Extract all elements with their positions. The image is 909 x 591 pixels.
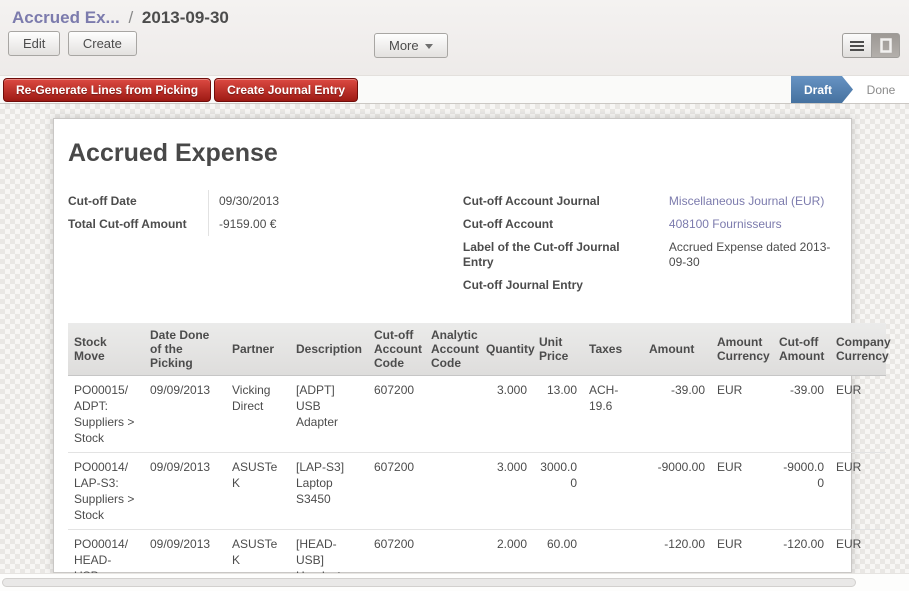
cutoff-lines-table: Stock Move Date Done of the Picking Part… [68,323,886,591]
cell-partner[interactable]: ASUSTeK [226,453,290,530]
cell-cutoff-account-code[interactable]: 607200 [368,453,425,530]
form-view-icon [880,38,892,53]
col-partner: Partner [226,323,290,376]
breadcrumb-parent-link[interactable]: Accrued Ex... [12,8,120,27]
cutoff-journal-entry-value [659,274,837,297]
list-view-icon [850,40,864,52]
field-group-right: Cut-off Account Journal Miscellaneous Jo… [463,190,837,297]
more-dropdown-button[interactable]: More [374,33,448,58]
col-company-currency: Company Currency [830,323,886,376]
total-cutoff-amount-label: Total Cut-off Amount [68,213,208,236]
view-switcher [842,33,900,58]
create-button[interactable]: Create [68,31,137,56]
edit-button[interactable]: Edit [8,31,60,56]
cell-stock-move[interactable]: PO00015/ ADPT: Suppliers > Stock [68,376,144,453]
cell-description[interactable]: [ADPT] USB Adapter [290,376,368,453]
col-analytic-account-code: Analytic Account Code [425,323,480,376]
breadcrumb: Accrued Ex... / 2013-09-30 [0,0,909,28]
cell-amount-currency[interactable]: EUR [711,376,773,453]
cell-analytic-account-code[interactable] [425,376,480,453]
cell-quantity[interactable]: 3.000 [480,376,533,453]
status-bar: Draft Done [791,76,909,103]
content-area: Accrued Expense Cut-off Date 09/30/2013 … [0,104,909,591]
cell-amount-currency[interactable]: EUR [711,453,773,530]
table-header-row: Stock Move Date Done of the Picking Part… [68,323,886,376]
breadcrumb-current: 2013-09-30 [142,8,229,27]
col-quantity: Quantity [480,323,533,376]
table-row[interactable]: PO00014/ LAP-S3: Suppliers > Stock 09/09… [68,453,886,530]
cutoff-journal-entry-label: Cut-off Journal Entry [463,274,659,297]
cutoff-account-label: Cut-off Account [463,213,659,236]
col-stock-move: Stock Move [68,323,144,376]
col-amount-currency: Amount Currency [711,323,773,376]
total-cutoff-amount-value: -9159.00 € [208,213,453,236]
cell-company-currency[interactable]: EUR [830,453,886,530]
cell-taxes[interactable] [583,453,643,530]
cell-amount[interactable]: -39.00 [643,376,711,453]
cell-quantity[interactable]: 3.000 [480,453,533,530]
col-date-done: Date Done of the Picking [144,323,226,376]
bottom-scroll-strip [0,573,909,591]
cell-company-currency[interactable]: EUR [830,376,886,453]
cutoff-date-value: 09/30/2013 [208,190,453,213]
cutoff-account-journal-label: Cut-off Account Journal [463,190,659,213]
cell-description[interactable]: [LAP-S3] Laptop S3450 [290,453,368,530]
cutoff-account-journal-link[interactable]: Miscellaneous Journal (EUR) [659,190,837,213]
cell-cutoff-amount[interactable]: -39.00 [773,376,830,453]
create-journal-entry-button[interactable]: Create Journal Entry [214,78,358,102]
regenerate-lines-button[interactable]: Re-Generate Lines from Picking [3,78,211,102]
cell-partner[interactable]: Vicking Direct [226,376,290,453]
col-amount: Amount [643,323,711,376]
field-group-left: Cut-off Date 09/30/2013 Total Cut-off Am… [68,190,453,297]
col-description: Description [290,323,368,376]
cell-unit-price[interactable]: 13.00 [533,376,583,453]
toolbar: Edit Create More [0,31,909,67]
col-taxes: Taxes [583,323,643,376]
col-unit-price: Unit Price [533,323,583,376]
status-done: Done [853,76,909,103]
cell-cutoff-account-code[interactable]: 607200 [368,376,425,453]
cell-date-done[interactable]: 09/09/2013 [144,376,226,453]
cell-unit-price[interactable]: 3000.00 [533,453,583,530]
page-title: Accrued Expense [68,139,837,168]
cell-analytic-account-code[interactable] [425,453,480,530]
status-draft: Draft [791,76,853,103]
form-view-button[interactable] [871,33,900,58]
field-groups: Cut-off Date 09/30/2013 Total Cut-off Am… [68,190,837,297]
cell-taxes[interactable]: ACH-19.6 [583,376,643,453]
form-sheet: Accrued Expense Cut-off Date 09/30/2013 … [53,118,852,573]
cell-cutoff-amount[interactable]: -9000.00 [773,453,830,530]
horizontal-scrollbar[interactable] [2,578,856,587]
action-bar: Re-Generate Lines from Picking Create Jo… [0,75,909,104]
list-view-button[interactable] [842,33,871,58]
more-label: More [389,38,419,53]
journal-entry-label-label: Label of the Cut-off Journal Entry [463,236,659,274]
cutoff-date-label: Cut-off Date [68,190,208,213]
col-cutoff-account-code: Cut-off Account Code [368,323,425,376]
cutoff-account-link[interactable]: 408100 Fournisseurs [659,213,837,236]
breadcrumb-separator: / [124,8,137,27]
cell-stock-move[interactable]: PO00014/ LAP-S3: Suppliers > Stock [68,453,144,530]
journal-entry-label-value: Accrued Expense dated 2013-09-30 [659,236,837,274]
chevron-down-icon [425,44,433,49]
table-row[interactable]: PO00015/ ADPT: Suppliers > Stock 09/09/2… [68,376,886,453]
cell-amount[interactable]: -9000.00 [643,453,711,530]
col-cutoff-amount: Cut-off Amount [773,323,830,376]
cell-date-done[interactable]: 09/09/2013 [144,453,226,530]
odoo-window: Accrued Ex... / 2013-09-30 Edit Create M… [0,0,909,591]
